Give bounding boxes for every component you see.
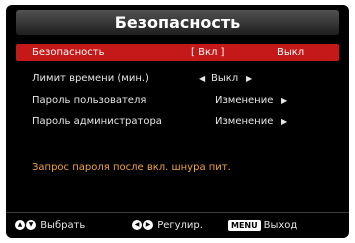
right-arrow-icon[interactable]: ▶ [281,92,287,109]
left-arrow-icon[interactable]: ◀ [199,70,205,87]
footer-exit: MENU Выход [228,214,297,238]
right-arrow-icon[interactable]: ▶ [281,113,287,130]
menu-row-security[interactable]: Безопасность [ Вкл ] Выкл [16,44,339,61]
row-label: Лимит времени (мин.) [32,73,149,84]
footer-select-label: Выбрать [40,220,86,231]
screen: Безопасность Безопасность [ Вкл ] Выкл Л… [0,0,355,243]
footer-exit-label: Выход [263,220,298,231]
down-arrow-icon: ▼ [26,220,36,230]
password-notice: Запрос пароля после вкл. шнура пит. [32,162,231,173]
right-arrow-icon: ▶ [143,220,153,230]
row-value: Изменение [215,116,274,127]
row-value: Изменение [215,95,274,106]
menu-row-user-password[interactable]: Пароль пользователя Изменение ▶ [16,92,339,109]
option-off[interactable]: Выкл [277,44,304,61]
row-label: Безопасность [32,47,105,58]
option-on[interactable]: [ Вкл ] [191,44,224,61]
footer-select: ▲ ▼ Выбрать [15,214,85,238]
footer-divider [6,212,349,213]
up-arrow-icon: ▲ [15,220,25,230]
left-arrow-icon: ◀ [132,220,142,230]
row-value: Выкл [211,73,239,84]
footer-adjust: ◀ ▶ Регулир. [132,214,203,238]
menu-title: Безопасность [16,10,339,35]
menu-key-icon: MENU [228,219,261,231]
footer-bar: ▲ ▼ Выбрать ◀ ▶ Регулир. MENU Выход [6,214,349,238]
footer-adjust-label: Регулир. [157,220,203,231]
row-label: Пароль пользователя [32,95,147,106]
menu-row-admin-password[interactable]: Пароль администратора Изменение ▶ [16,113,339,130]
row-label: Пароль администратора [32,116,162,127]
right-arrow-icon[interactable]: ▶ [246,70,252,87]
menu-row-timer[interactable]: Лимит времени (мин.) ◀ Выкл ▶ [16,70,339,87]
